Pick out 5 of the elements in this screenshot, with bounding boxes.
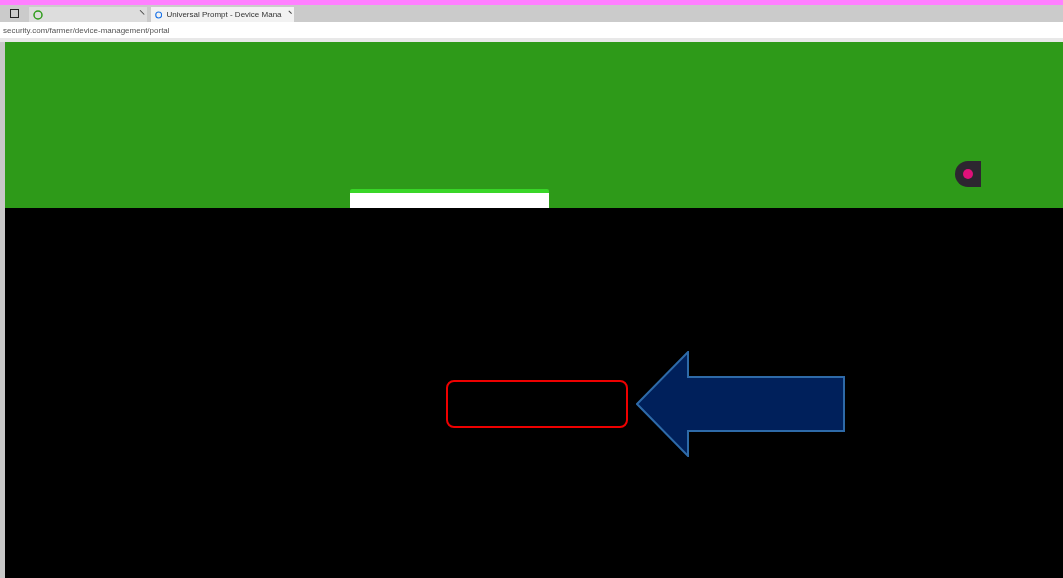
arrow-icon <box>636 351 846 457</box>
chat-icon[interactable] <box>955 161 981 187</box>
window-menu-icon[interactable] <box>10 9 19 18</box>
browser-tab[interactable]: Universal Prompt - Device Mana <box>151 7 294 22</box>
address-field[interactable]: security.com/farmer/device-management/portal <box>3 25 170 35</box>
